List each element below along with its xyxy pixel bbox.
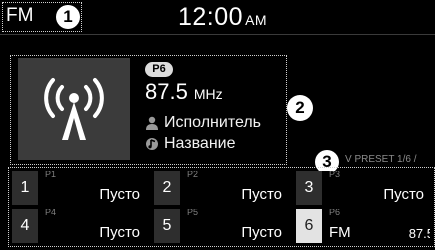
preset-number: 1 xyxy=(12,171,38,205)
preset-tag: P6 xyxy=(329,209,341,217)
preset-tag: P4 xyxy=(45,209,57,217)
preset-button-6[interactable]: 6 P6 FM 87.5 xyxy=(296,209,430,243)
source-mode-label[interactable]: FM xyxy=(6,5,33,27)
preset-button-2[interactable]: 2 P2 Пусто xyxy=(154,171,288,205)
preset-name: Пусто xyxy=(241,186,282,203)
callout-marker-1: 1 xyxy=(56,5,80,29)
clock: 12:00 AM xyxy=(178,2,267,35)
clock-time: 12:00 xyxy=(178,3,244,31)
music-note-icon xyxy=(146,137,158,150)
preset-page-caption: V PRESET 1/6 / xyxy=(345,154,417,165)
preset-tag: P2 xyxy=(187,171,199,179)
artist-row: Исполнитель xyxy=(146,113,261,133)
preset-tag: P1 xyxy=(45,171,57,179)
title-row: Название xyxy=(146,134,236,154)
preset-tag: P3 xyxy=(329,171,341,179)
preset-number: 4 xyxy=(12,209,38,243)
clock-ampm: AM xyxy=(245,12,268,28)
preset-name: Пусто xyxy=(241,224,282,241)
preset-number: 3 xyxy=(296,171,322,205)
song-title: Название xyxy=(164,135,236,152)
person-icon xyxy=(146,116,158,130)
preset-frequency: 87.5 xyxy=(408,226,430,241)
header-divider xyxy=(0,34,435,35)
preset-number: 2 xyxy=(154,171,180,205)
frequency-unit: MHz xyxy=(193,86,223,102)
frequency-value: 87.5 xyxy=(145,79,188,104)
frequency-display: 87.5 MHz xyxy=(145,80,223,107)
preset-name: Пусто xyxy=(383,186,424,203)
preset-badge: P6 xyxy=(145,62,173,77)
artist-name: Исполнитель xyxy=(164,114,262,131)
radio-broadcast-icon xyxy=(44,78,104,140)
preset-name: Пусто xyxy=(99,186,140,203)
album-art xyxy=(18,58,130,160)
preset-button-4[interactable]: 4 P4 Пусто xyxy=(12,209,146,243)
preset-number: 6 xyxy=(296,209,322,243)
preset-button-3[interactable]: 3 P3 Пусто xyxy=(296,171,430,205)
preset-name: Пусто xyxy=(99,224,140,241)
preset-name: FM xyxy=(329,224,351,241)
callout-marker-2: 2 xyxy=(287,95,313,121)
preset-number: 5 xyxy=(154,209,180,243)
preset-button-5[interactable]: 5 P5 Пусто xyxy=(154,209,288,243)
preset-tag: P5 xyxy=(187,209,199,217)
preset-list: 1 P1 Пусто 2 P2 Пусто 3 P3 Пусто 4 P4 Пу… xyxy=(8,167,435,247)
preset-button-1[interactable]: 1 P1 Пусто xyxy=(12,171,146,205)
